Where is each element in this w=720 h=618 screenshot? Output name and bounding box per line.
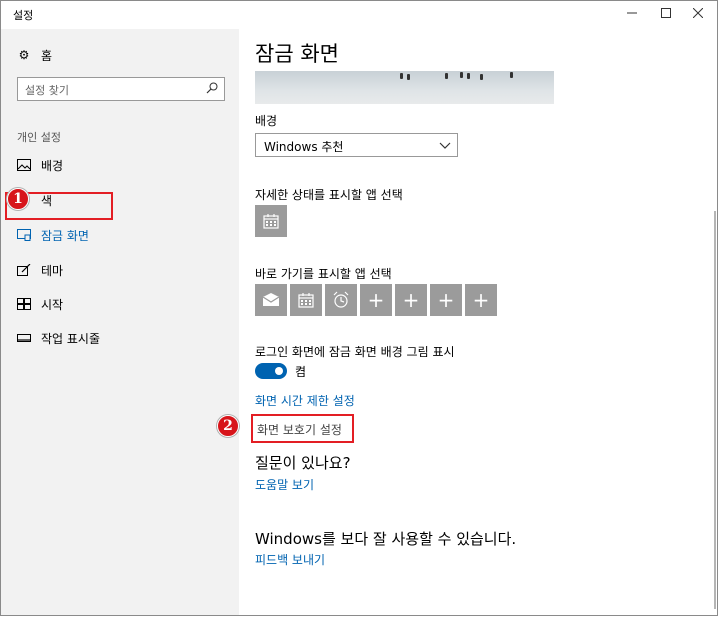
picture-icon	[17, 159, 31, 171]
background-label: 배경	[255, 114, 278, 128]
add-app-button[interactable]: +	[395, 284, 427, 316]
section-label-personalization: 개인 설정	[17, 131, 61, 144]
taskbar-icon	[17, 334, 31, 342]
calendar-icon	[263, 214, 279, 229]
screensaver-settings-link[interactable]: 화면 보호기 설정	[257, 421, 342, 438]
sidebar-item-label: 배경	[41, 158, 64, 173]
search-icon	[206, 82, 218, 94]
add-app-button[interactable]: +	[430, 284, 462, 316]
lock-screen-icon	[17, 229, 31, 241]
sidebar-item-home[interactable]: ⚙ 홈	[17, 45, 52, 65]
sidebar-item-label: 홈	[41, 48, 53, 63]
windows-better-heading: Windows를 보다 잘 사용할 수 있습니다.	[255, 530, 517, 548]
start-grid-icon	[17, 298, 31, 310]
sidebar-item-label: 잠금 화면	[41, 228, 89, 243]
add-app-button[interactable]: +	[360, 284, 392, 316]
sidebar-item-start[interactable]: 시작	[17, 294, 63, 314]
close-button[interactable]	[681, 1, 715, 25]
minimize-button[interactable]	[615, 1, 649, 25]
alarm-app-tile[interactable]	[325, 284, 357, 316]
feedback-link[interactable]: 피드백 보내기	[255, 551, 325, 568]
sidebar-item-theme[interactable]: 테마	[17, 260, 63, 280]
alarm-clock-icon	[333, 291, 349, 308]
sidebar-item-label: 테마	[41, 263, 64, 278]
sidebar: ⚙ 홈 설정 찾기 개인 설정 배경 색 잠금 화면 테마 시작 작업 표시줄	[1, 29, 239, 615]
calendar-app-tile[interactable]	[255, 205, 287, 237]
background-select-value: Windows 추천	[264, 140, 344, 154]
maximize-icon	[661, 8, 671, 18]
signin-background-label: 로그인 화면에 잠금 화면 배경 그림 표시	[255, 345, 455, 359]
plus-icon: +	[402, 288, 420, 312]
sidebar-item-label: 시작	[41, 297, 64, 312]
toggle-knob	[275, 367, 283, 375]
calendar-icon	[298, 293, 314, 308]
settings-window: 설정 ⚙ 홈 설정 찾기 개인 설정 배경 색 잠금 화면 테마 시작 작업 표…	[0, 0, 718, 616]
question-heading: 질문이 있나요?	[255, 454, 351, 472]
signin-background-toggle[interactable]	[255, 363, 287, 379]
help-link[interactable]: 도움말 보기	[255, 476, 314, 493]
step-badge-2: 2	[217, 415, 239, 437]
scrollbar[interactable]	[714, 211, 716, 609]
quick-status-apps: + + + +	[255, 284, 500, 316]
window-title: 설정	[13, 9, 34, 22]
sidebar-item-taskbar[interactable]: 작업 표시줄	[17, 328, 100, 348]
add-app-button[interactable]: +	[465, 284, 497, 316]
background-select[interactable]: Windows 추천	[255, 133, 458, 157]
lock-screen-preview-image	[255, 71, 554, 104]
sidebar-item-label: 작업 표시줄	[41, 331, 101, 346]
toggle-state-label: 켬	[295, 365, 307, 379]
maximize-button[interactable]	[649, 1, 683, 25]
plus-icon: +	[472, 288, 490, 312]
sidebar-item-background[interactable]: 배경	[17, 155, 63, 175]
title-bar: 설정	[1, 1, 717, 29]
plus-icon: +	[437, 288, 455, 312]
mail-app-tile[interactable]	[255, 284, 287, 316]
chevron-down-icon	[439, 142, 451, 149]
search-placeholder: 설정 찾기	[25, 84, 69, 97]
detailed-status-apps	[255, 205, 295, 237]
gear-icon: ⚙	[18, 48, 30, 62]
quick-status-label: 바로 가기를 표시할 앱 선택	[255, 267, 392, 281]
page-title: 잠금 화면	[255, 42, 339, 66]
plus-icon: +	[367, 288, 385, 312]
main-content: 잠금 화면 배경 Windows 추천 자세한 상태를 표시할 앱 선택 바로 …	[239, 29, 717, 615]
calendar-app-tile[interactable]	[290, 284, 322, 316]
sidebar-item-lock-screen[interactable]: 잠금 화면	[17, 225, 89, 245]
close-icon	[693, 8, 703, 18]
minimize-icon	[627, 12, 637, 14]
step-badge-1: 1	[7, 188, 29, 210]
screen-timeout-settings-link[interactable]: 화면 시간 제한 설정	[255, 392, 355, 409]
detailed-status-label: 자세한 상태를 표시할 앱 선택	[255, 188, 403, 202]
search-input[interactable]: 설정 찾기	[17, 77, 225, 101]
theme-brush-icon	[17, 264, 31, 276]
mail-icon	[262, 293, 280, 306]
